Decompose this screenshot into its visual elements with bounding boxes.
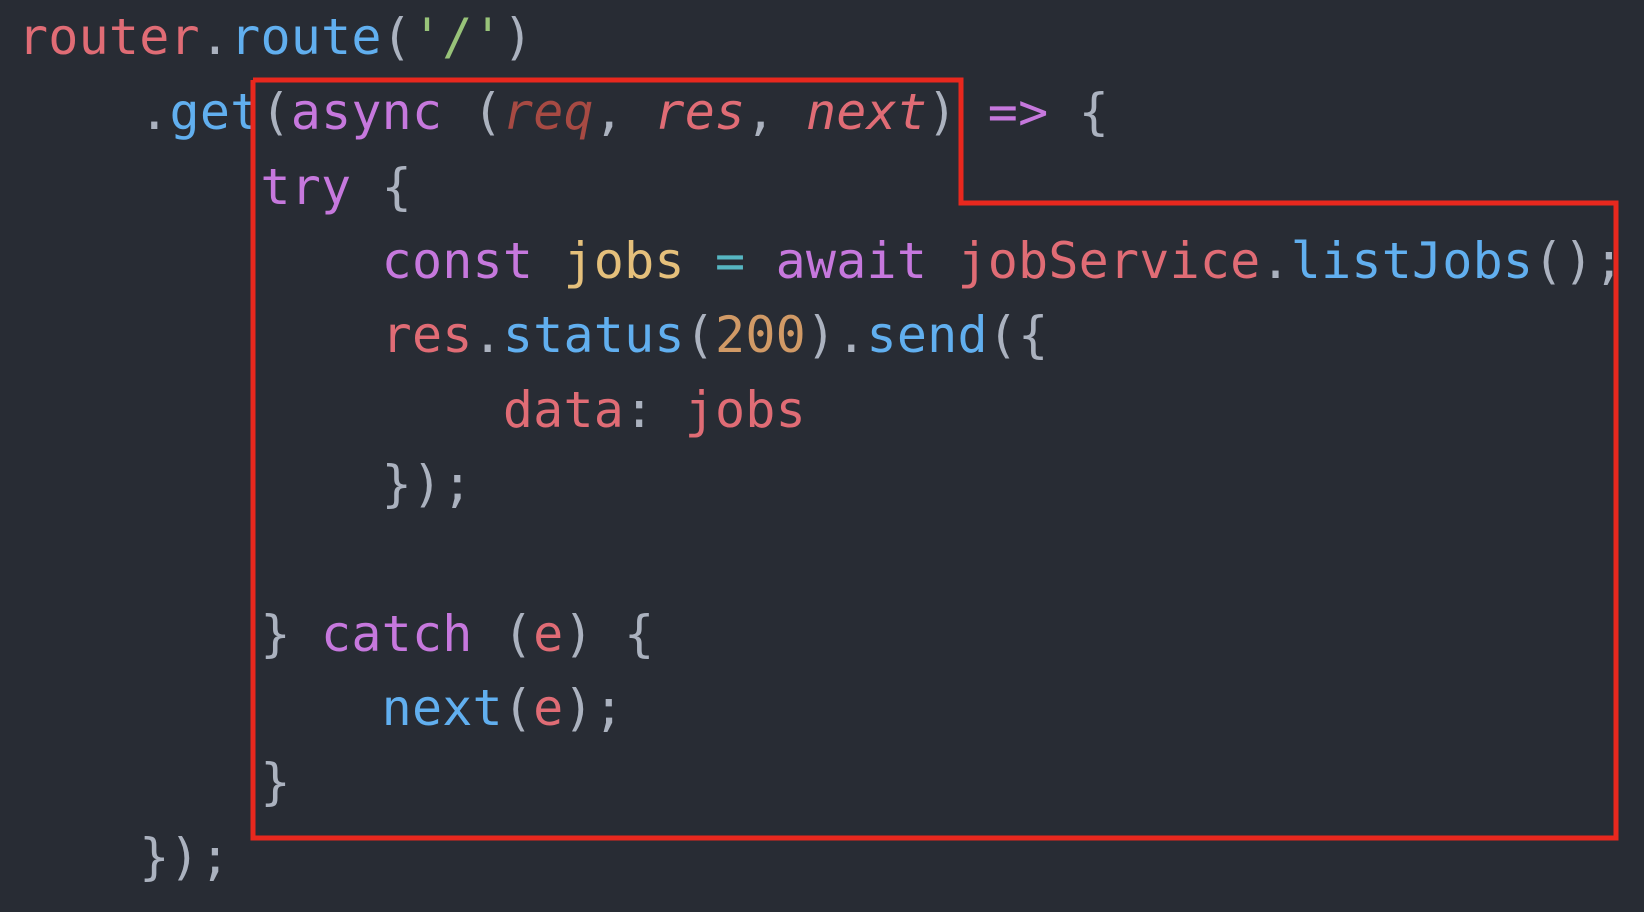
code-token: '/': [411, 8, 503, 66]
code-token: .: [1260, 232, 1291, 290]
code-token: (: [381, 8, 412, 66]
code-token: req: [502, 83, 594, 141]
code-token: (: [260, 83, 291, 141]
code-line: data: jobs: [18, 373, 806, 448]
code-token: 200: [715, 306, 806, 364]
code-token: (: [472, 605, 534, 663]
code-token: router: [18, 8, 200, 66]
code-token: status: [502, 306, 685, 364]
code-token: }: [260, 605, 291, 663]
code-line: }: [18, 745, 291, 820]
code-line: .get(async (req, res, next) => {: [18, 75, 1109, 150]
code-token: e: [533, 679, 564, 737]
code-token: });: [139, 828, 231, 886]
code-token: ): [502, 8, 534, 66]
code-token: jobService: [957, 232, 1261, 290]
code-token: res: [654, 83, 746, 141]
code-token: data: [502, 381, 625, 439]
code-token: e: [533, 605, 564, 663]
code-token: .: [472, 306, 503, 364]
code-token: jobs: [684, 381, 806, 439]
code-line: } catch (e) {: [18, 597, 654, 672]
code-token: .: [199, 8, 231, 66]
code-token: ();: [1533, 232, 1625, 290]
code-line: });: [18, 447, 473, 522]
code-line: const jobs = await jobService.listJobs()…: [18, 224, 1624, 299]
code-token: try: [260, 158, 352, 216]
code-line: next(e);: [18, 671, 624, 746]
code-token: ).: [805, 306, 867, 364]
code-token: listJobs: [1290, 232, 1534, 290]
code-token: await: [775, 232, 928, 290]
code-token: :: [624, 381, 685, 439]
code-token: res: [381, 306, 473, 364]
code-token: catch: [321, 605, 473, 663]
code-token: );: [563, 679, 625, 737]
code-token: }: [260, 753, 291, 811]
code-token: (: [502, 679, 534, 737]
code-line: });: [18, 820, 230, 895]
code-token: jobs: [563, 232, 685, 290]
code-token: (: [442, 83, 503, 141]
code-token: });: [381, 455, 473, 513]
code-token: ): [927, 83, 988, 141]
code-token: (: [684, 306, 716, 364]
code-line: res.status(200).send({: [18, 298, 1049, 373]
code-token: ,: [745, 83, 806, 141]
code-token: get: [169, 83, 261, 141]
code-token: ({: [987, 306, 1049, 364]
code-line: try {: [18, 150, 412, 225]
code-token: async: [290, 83, 443, 141]
code-token: {: [351, 158, 412, 216]
code-token: =>: [987, 83, 1049, 141]
code-token: next: [381, 679, 503, 737]
code-token: route: [230, 8, 382, 66]
code-token: .: [139, 83, 170, 141]
code-token: ,: [593, 83, 655, 141]
code-line: router.route('/'): [18, 0, 533, 75]
code-token: {: [1048, 83, 1109, 141]
code-token: ) {: [563, 605, 655, 663]
code-token: =: [715, 232, 746, 290]
code-token: next: [805, 83, 928, 141]
code-token: send: [866, 306, 988, 364]
code-token: const: [381, 232, 534, 290]
code-editor[interactable]: router.route('/') .get(async (req, res, …: [0, 0, 1644, 912]
